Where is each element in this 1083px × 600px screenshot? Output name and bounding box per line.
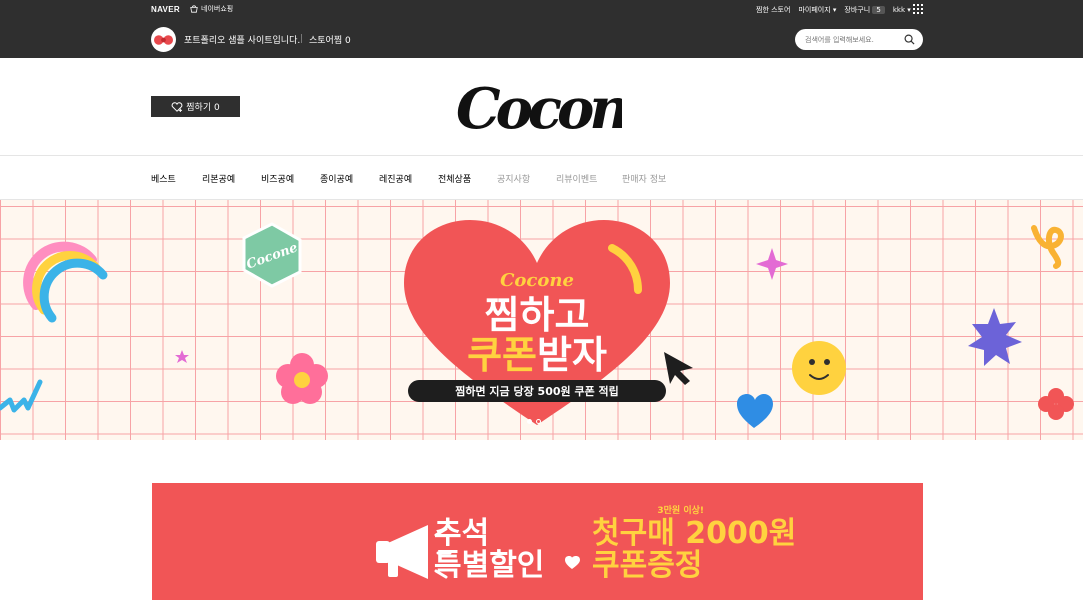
promo-special-sale: 특별할인 [434, 548, 544, 583]
cursor-icon [664, 352, 693, 385]
brand-logo[interactable]: Cocone [452, 72, 622, 142]
slide-indicator [527, 419, 541, 424]
rainbow-sticker [23, 241, 108, 323]
nav-item-beads[interactable]: 비즈공예 [261, 172, 320, 185]
purple-star-sticker [968, 308, 1022, 366]
hero-subtext: 찜하면 지금 당장 500원 쿠폰 적립 [455, 384, 619, 398]
promo-coupon-gift: 쿠폰증정 [592, 548, 702, 583]
ribbon-icon [154, 34, 173, 45]
slide-dot-2[interactable] [536, 419, 541, 424]
cart-count-badge: 5 [872, 6, 885, 14]
cocone-hex-badge: Cocone [242, 222, 302, 288]
store-avatar[interactable] [151, 27, 176, 52]
nav-item-all[interactable]: 전체상품 [438, 172, 497, 185]
sparkle-sticker [756, 248, 788, 280]
nav-item-best[interactable]: 베스트 [151, 172, 202, 185]
nav-item-resin[interactable]: 레진공예 [379, 172, 438, 185]
store-header: 찜하기 0 Cocone [0, 58, 1083, 156]
zigzag-sticker [0, 379, 43, 413]
hero-headline-1: 찜하고 [485, 293, 590, 337]
hero-brand: Cocone [500, 270, 574, 291]
naver-shopping-link[interactable]: 네이버쇼핑 [190, 4, 233, 14]
cart-link[interactable]: 장바구니 5 [844, 5, 885, 15]
naver-logo[interactable]: NAVER [151, 5, 180, 14]
shopping-bag-icon [190, 5, 198, 13]
star-sticker [175, 350, 189, 363]
store-title: 포트폴리오 샘플 사이트입니다. [184, 36, 301, 46]
divider [301, 34, 302, 43]
nav-item-notice[interactable]: 공지사항 [497, 172, 556, 185]
store-favorite-count[interactable]: 스토어찜 0 [309, 33, 351, 46]
clover-sticker [1038, 388, 1074, 420]
naver-top-bar: NAVER 네이버쇼핑 찜한 스토어 마이페이지 ▾ 장바구니 5 kkk ▾ [0, 0, 1083, 19]
hero-headline-coupon: 쿠폰 [467, 333, 537, 377]
promo-tag: 3만원 이상! [657, 504, 704, 516]
search-box [795, 29, 923, 50]
nav-item-ribbon[interactable]: 리본공예 [202, 172, 261, 185]
small-heart-icon [565, 556, 580, 569]
zzim-button[interactable]: 찜하기 0 [151, 96, 240, 117]
mypage-menu[interactable]: 마이페이지 ▾ [798, 5, 836, 15]
promo-chuseok: 추석 [434, 516, 489, 551]
zzim-label: 찜하기 0 [186, 103, 220, 113]
nav-item-paper[interactable]: 종이공예 [320, 172, 379, 185]
search-icon[interactable] [904, 34, 915, 45]
promo-first-order: 첫구매 2000원 [592, 516, 796, 551]
store-bar: 포트폴리오 샘플 사이트입니다. 스토어찜 0 [0, 19, 1083, 58]
svg-text:Cocone: Cocone [456, 76, 622, 142]
flower-sticker [276, 353, 328, 404]
nav-item-seller-info[interactable]: 판매자 정보 [622, 172, 692, 185]
user-menu[interactable]: kkk ▾ [893, 6, 911, 14]
squiggle-sticker [1031, 225, 1064, 269]
smiley-sticker [792, 341, 846, 395]
category-nav: 베스트 리본공예 비즈공예 종이공예 레진공예 전체상품 공지사항 리뷰이벤트 … [0, 157, 1083, 200]
slide-dot-1[interactable] [527, 419, 532, 424]
blue-heart-sticker [737, 394, 773, 428]
liked-stores-link[interactable]: 찜한 스토어 [756, 5, 790, 15]
naver-shopping-label: 네이버쇼핑 [201, 5, 234, 13]
hero-headline-get: 받자 [537, 333, 607, 377]
app-grid-icon[interactable] [913, 4, 923, 14]
cart-label: 장바구니 [844, 6, 871, 14]
search-input[interactable] [805, 33, 901, 46]
promo-banner[interactable]: 추석 특별할인 3만원 이상! 첫구매 2000원 쿠폰증정 [152, 483, 923, 600]
heart-plus-icon [171, 101, 183, 112]
svg-text:쿠폰받자: 쿠폰받자 [467, 333, 607, 377]
hero-banner[interactable]: Cocone Cocone 찜하고 쿠폰받자 찜하면 지금 당장 500원 쿠폰… [0, 200, 1083, 440]
nav-item-review-event[interactable]: 리뷰이벤트 [556, 172, 622, 185]
